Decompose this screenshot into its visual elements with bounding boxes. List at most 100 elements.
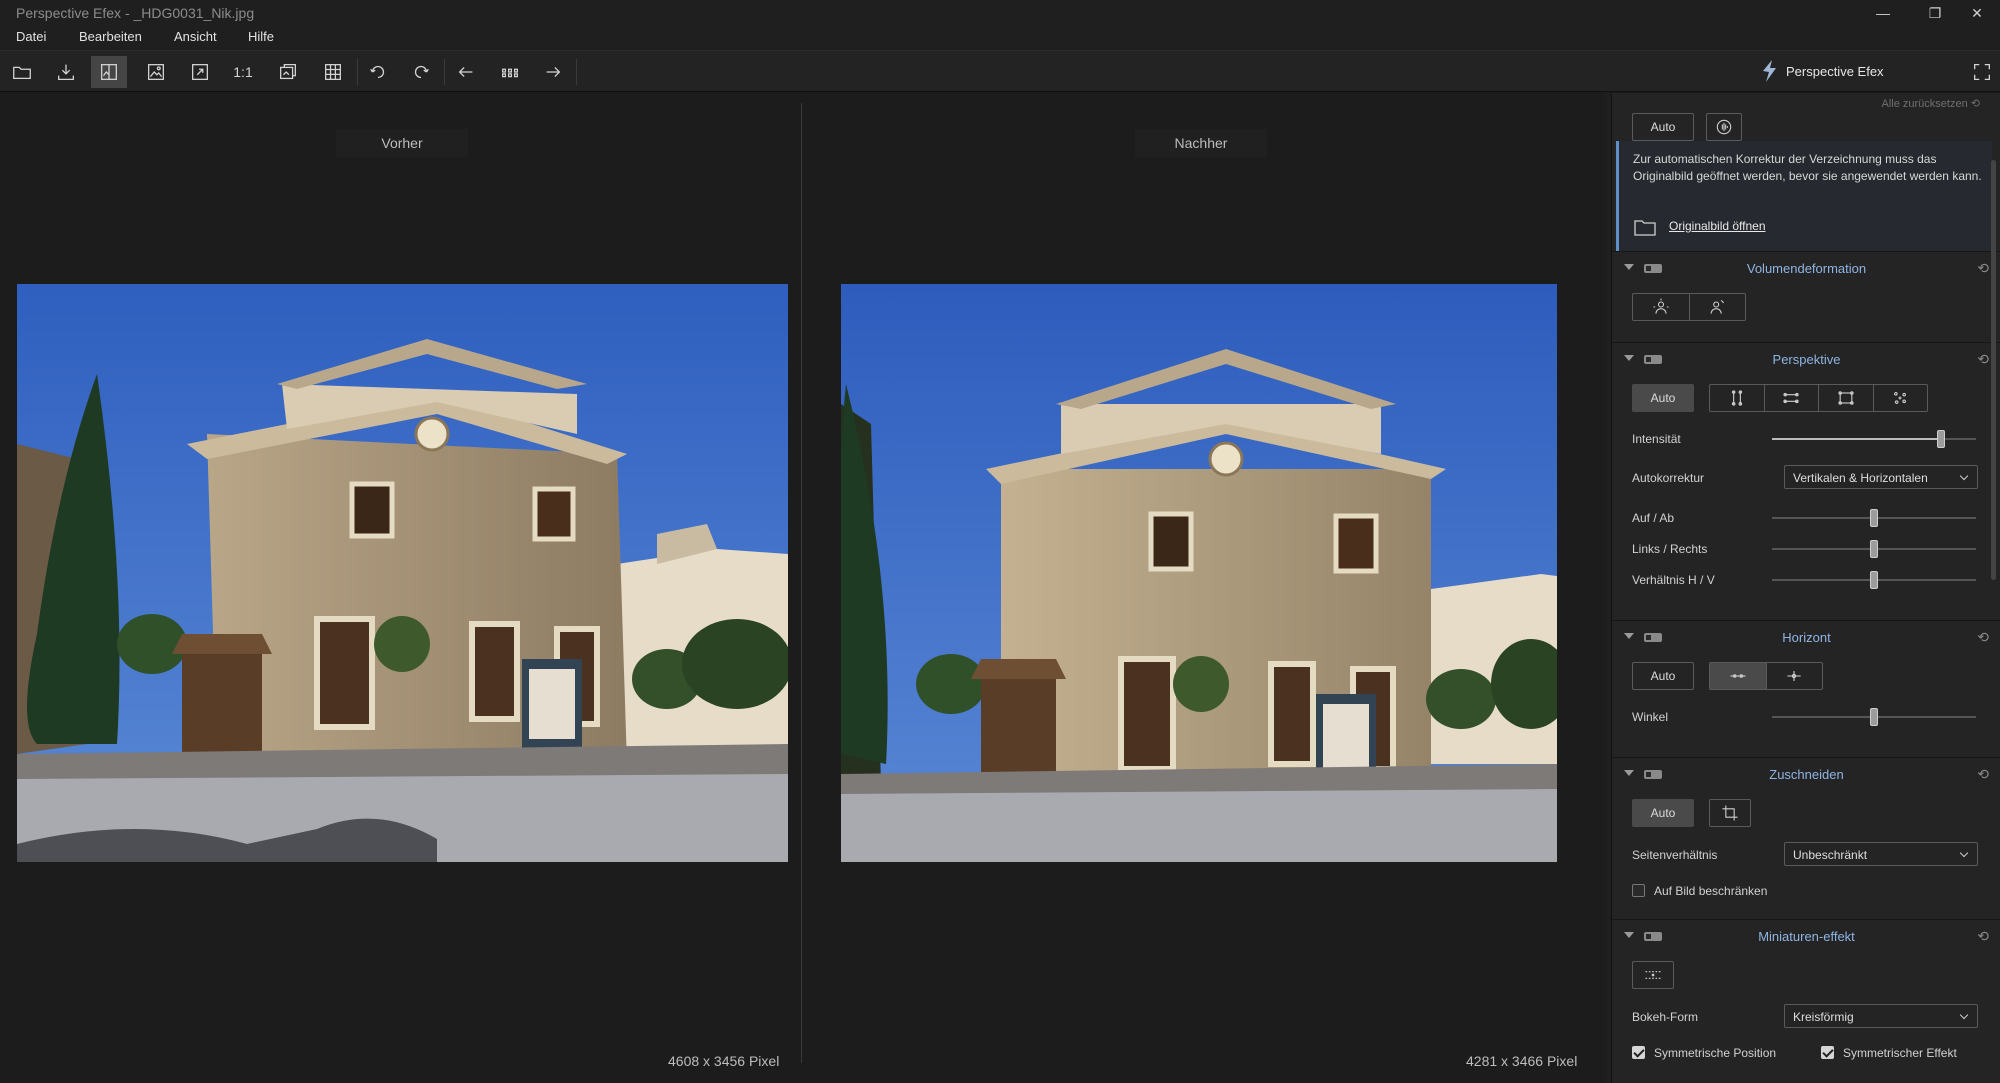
- after-label: Nachher: [1135, 129, 1267, 157]
- perspective-auto-button[interactable]: Auto: [1632, 384, 1694, 412]
- previous-icon[interactable]: [448, 56, 484, 88]
- menu-bar: Datei Bearbeiten Ansicht Hilfe: [0, 25, 2000, 50]
- reset-icon[interactable]: ⟲: [1977, 629, 1989, 646]
- distortion-auto-button[interactable]: Auto: [1632, 113, 1694, 141]
- toolbar: 1:1: [0, 50, 2000, 92]
- slider-knob[interactable]: [1870, 509, 1878, 527]
- section-crop[interactable]: Zuschneiden ⟲: [1612, 757, 2000, 791]
- notice-text: Zur automatischen Korrektur der Verzeich…: [1633, 152, 1982, 183]
- aspect-ratio-dropdown[interactable]: Unbeschränkt: [1784, 842, 1978, 866]
- reset-icon[interactable]: ⟲: [1977, 766, 1989, 783]
- slider-knob[interactable]: [1870, 708, 1878, 726]
- horizon-mode-group: [1709, 662, 1823, 690]
- section-title: Volumendeformation: [1746, 261, 1867, 276]
- reset-icon[interactable]: ⟲: [1977, 351, 1989, 368]
- vertical-lines-icon[interactable]: [1710, 385, 1765, 411]
- brand-name: Perspective Efex: [1786, 63, 1884, 79]
- reset-icon[interactable]: ⟲: [1977, 928, 1989, 945]
- grid-icon[interactable]: [315, 56, 351, 88]
- section-perspective[interactable]: Perspektive ⟲: [1612, 342, 2000, 376]
- overlay-icon[interactable]: [270, 56, 306, 88]
- rotate-left-icon[interactable]: [360, 56, 396, 88]
- symmetric-effect-checkbox[interactable]: [1821, 1046, 1834, 1059]
- ratio-slider[interactable]: [1772, 571, 1976, 589]
- section-title: Zuschneiden: [1769, 767, 1844, 782]
- next-icon[interactable]: [535, 56, 571, 88]
- aspect-ratio-label: Seitenverhältnis: [1632, 848, 1718, 862]
- section-miniature[interactable]: Miniaturen-effekt ⟲: [1612, 919, 2000, 953]
- compare-view-icon[interactable]: [91, 56, 127, 88]
- panel-collapse-handle[interactable]: [1604, 93, 1611, 1083]
- menu-view[interactable]: Ansicht: [174, 29, 217, 44]
- symmetric-position-label: Symmetrische Position: [1654, 1046, 1777, 1060]
- volume-edge-icon[interactable]: [1690, 294, 1746, 320]
- horizon-auto-button[interactable]: Auto: [1632, 662, 1694, 690]
- rectangle-corners-icon[interactable]: [1819, 385, 1874, 411]
- horizon-line-icon[interactable]: [1710, 663, 1767, 689]
- adjustment-panel: Alle zurücksetzen ⟲ Auto Zur automatisch…: [1611, 93, 2000, 1083]
- crop-tool-icon[interactable]: [1709, 799, 1751, 827]
- distortion-wave-icon[interactable]: [1706, 113, 1742, 141]
- menu-file[interactable]: Datei: [16, 29, 46, 44]
- open-folder-icon[interactable]: [4, 56, 40, 88]
- leftright-slider[interactable]: [1772, 540, 1976, 558]
- brand: Perspective Efex: [1760, 58, 1884, 84]
- minimize-icon[interactable]: —: [1868, 2, 1898, 24]
- angle-label: Winkel: [1632, 710, 1669, 724]
- before-dimensions: 4608 x 3456 Pixel: [668, 1053, 780, 1069]
- after-dimensions: 4281 x 3466 Pixel: [1466, 1053, 1578, 1069]
- leftright-label: Links / Rechts: [1632, 542, 1708, 556]
- panel-scrollbar[interactable]: [1991, 160, 1996, 580]
- before-image[interactable]: [17, 284, 788, 862]
- restrict-to-image-checkbox[interactable]: [1632, 884, 1645, 897]
- rotate-right-icon[interactable]: [403, 56, 439, 88]
- reset-all-button[interactable]: Alle zurücksetzen ⟲: [1882, 97, 1981, 110]
- save-export-icon[interactable]: [48, 56, 84, 88]
- slider-knob[interactable]: [1870, 540, 1878, 558]
- reset-icon[interactable]: ⟲: [1977, 260, 1989, 277]
- after-image[interactable]: [841, 284, 1557, 862]
- one-to-one-icon[interactable]: 1:1: [225, 56, 261, 88]
- slider-knob[interactable]: [1937, 430, 1946, 448]
- section-volume[interactable]: Volumendeformation ⟲: [1612, 251, 2000, 285]
- perspective-efex-logo-icon: [1763, 60, 1776, 82]
- restore-icon[interactable]: ❐: [1920, 2, 1950, 24]
- tilt-shift-icon[interactable]: [1632, 961, 1674, 989]
- updown-slider[interactable]: [1772, 509, 1976, 527]
- open-original-link[interactable]: Originalbild öffnen: [1669, 219, 1766, 233]
- menu-help[interactable]: Hilfe: [248, 29, 274, 44]
- slider-knob[interactable]: [1870, 571, 1878, 589]
- section-horizon[interactable]: Horizont ⟲: [1612, 620, 2000, 654]
- bokeh-label: Bokeh-Form: [1632, 1010, 1699, 1024]
- ratio-label: Verhältnis H / V: [1632, 573, 1715, 587]
- close-icon[interactable]: ✕: [1962, 2, 1992, 24]
- folder-icon: [1634, 220, 1656, 236]
- intensity-slider[interactable]: [1772, 430, 1976, 448]
- distortion-notice: Zur automatischen Korrektur der Verzeich…: [1616, 141, 1992, 251]
- autocorrect-dropdown[interactable]: Vertikalen & Horizontalen: [1784, 465, 1978, 489]
- horizon-point-icon[interactable]: [1767, 663, 1823, 689]
- freeform-points-icon[interactable]: [1874, 385, 1928, 411]
- window-title: Perspective Efex - _HDG0031_Nik.jpg: [16, 5, 255, 21]
- crop-auto-button[interactable]: Auto: [1632, 799, 1694, 827]
- fit-screen-icon[interactable]: [182, 56, 218, 88]
- restrict-to-image-label: Auf Bild beschränken: [1654, 884, 1768, 898]
- image-viewer: Vorher Nachher 4608 x 3456 Pixel 4281 x …: [0, 93, 1604, 1083]
- angle-slider[interactable]: [1772, 708, 1976, 726]
- horizontal-lines-icon[interactable]: [1765, 385, 1819, 411]
- symmetric-position-checkbox[interactable]: [1632, 1046, 1645, 1059]
- volume-center-icon[interactable]: [1633, 294, 1690, 320]
- section-title: Horizont: [1782, 630, 1831, 645]
- bokeh-dropdown[interactable]: Kreisförmig: [1784, 1004, 1978, 1028]
- section-title: Miniaturen-effekt: [1758, 929, 1855, 944]
- before-label: Vorher: [336, 129, 468, 157]
- perspective-mode-group: [1709, 384, 1928, 412]
- intensity-label: Intensität: [1632, 432, 1681, 446]
- updown-label: Auf / Ab: [1632, 511, 1675, 525]
- fullscreen-icon[interactable]: [1964, 56, 2000, 88]
- single-view-icon[interactable]: [138, 56, 174, 88]
- menu-edit[interactable]: Bearbeiten: [79, 29, 142, 44]
- section-title: Perspektive: [1772, 352, 1841, 367]
- filmstrip-icon[interactable]: [492, 56, 528, 88]
- split-divider[interactable]: [801, 103, 802, 1063]
